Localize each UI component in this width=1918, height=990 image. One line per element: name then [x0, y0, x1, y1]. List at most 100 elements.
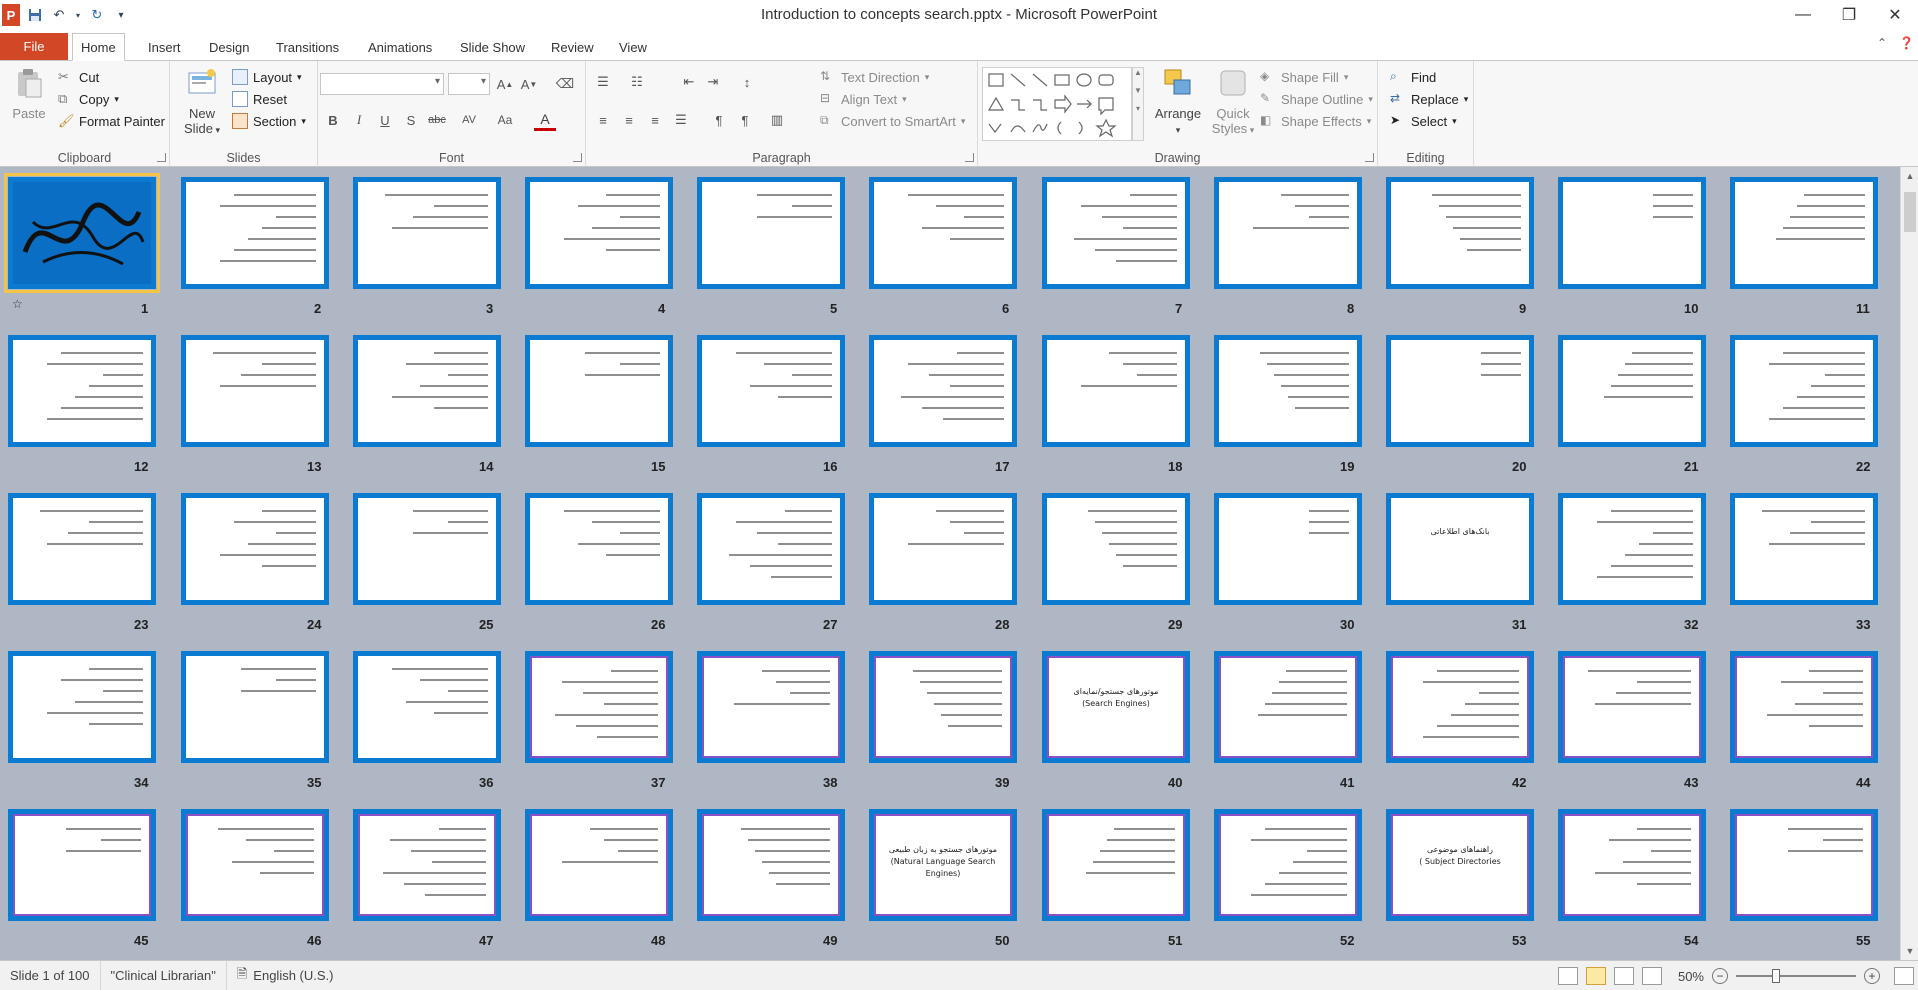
justify-icon[interactable]: ☰: [670, 109, 692, 131]
rtl-icon[interactable]: ¶: [734, 109, 756, 131]
zoom-out-icon[interactable]: −: [1712, 968, 1728, 984]
slide-thumbnail[interactable]: [525, 335, 673, 447]
slide-thumbnail[interactable]: [1730, 493, 1878, 605]
scroll-thumb[interactable]: [1904, 192, 1916, 232]
slide-thumbnail[interactable]: [869, 335, 1017, 447]
decrease-indent-icon[interactable]: ⇤: [678, 71, 700, 93]
undo-icon[interactable]: ↶: [50, 6, 68, 24]
slide-thumbnail[interactable]: [181, 493, 329, 605]
reset-button[interactable]: Reset: [232, 91, 287, 107]
slide-thumbnail[interactable]: [353, 177, 501, 289]
align-left-icon[interactable]: ≡: [592, 109, 614, 131]
shadow-button[interactable]: S: [400, 109, 422, 131]
tab-design[interactable]: Design: [201, 35, 257, 60]
slide-thumbnail[interactable]: [1214, 809, 1362, 921]
slide-thumbnail[interactable]: [869, 651, 1017, 763]
shapes-gallery[interactable]: [982, 67, 1132, 141]
slide-thumbnail[interactable]: [8, 335, 156, 447]
italic-button[interactable]: I: [348, 109, 370, 131]
slide-thumbnail[interactable]: موتورهای جستجو/نمایه‌ای (Search Engines): [1042, 651, 1190, 763]
replace-button[interactable]: ⇄ Replace ▾: [1390, 91, 1468, 107]
transition-star-icon[interactable]: ☆: [12, 297, 23, 311]
slide-thumbnail[interactable]: [353, 335, 501, 447]
zoom-slider[interactable]: [1736, 969, 1856, 983]
reading-view-button[interactable]: [1613, 967, 1634, 985]
bold-button[interactable]: B: [322, 109, 344, 131]
language[interactable]: 🗎 English (U.S.): [227, 961, 344, 990]
slide-thumbnail[interactable]: راهنماهای موضوعی ( Subject Directories: [1386, 809, 1534, 921]
ltr-icon[interactable]: ¶: [708, 109, 730, 131]
normal-view-button[interactable]: [1557, 967, 1578, 985]
slide-thumbnail[interactable]: [181, 177, 329, 289]
convert-smartart-button[interactable]: ⧉ Convert to SmartArt ▾: [820, 113, 965, 129]
slide-thumbnail[interactable]: [697, 493, 845, 605]
slide-thumbnail[interactable]: [1214, 335, 1362, 447]
align-right-icon[interactable]: ≡: [644, 109, 666, 131]
slide-thumbnail[interactable]: [1558, 651, 1706, 763]
slide-thumbnail[interactable]: [1042, 177, 1190, 289]
slide-thumbnail[interactable]: [869, 177, 1017, 289]
scroll-down-icon[interactable]: ▼: [1901, 942, 1918, 960]
strikethrough-button[interactable]: abc: [426, 109, 448, 131]
new-slide-button[interactable]: New Slide ▾: [182, 67, 222, 138]
tab-transitions[interactable]: Transitions: [268, 35, 347, 60]
shapes-scroll[interactable]: ▲ ▼ ▾: [1132, 67, 1144, 141]
help-icon[interactable]: ❓: [1899, 36, 1914, 50]
line-spacing-icon[interactable]: ↕: [736, 71, 758, 93]
slide-thumbnail[interactable]: [525, 651, 673, 763]
slide-thumbnail[interactable]: [697, 335, 845, 447]
slide-thumbnail[interactable]: [1042, 335, 1190, 447]
arrange-button[interactable]: Arrange ▾: [1152, 67, 1204, 138]
zoom-level[interactable]: 50%: [1678, 969, 1704, 984]
paragraph-launcher-icon[interactable]: [965, 153, 974, 162]
quick-styles-button[interactable]: Quick Styles ▾: [1208, 67, 1258, 138]
slide-thumbnail[interactable]: [1730, 809, 1878, 921]
slide-thumbnail[interactable]: [1386, 177, 1534, 289]
slide-thumbnail[interactable]: [525, 493, 673, 605]
numbering-icon[interactable]: ☷: [626, 71, 648, 93]
layout-button[interactable]: Layout ▾: [232, 69, 302, 85]
slide-thumbnail[interactable]: [1558, 809, 1706, 921]
tab-slide-show[interactable]: Slide Show: [452, 35, 533, 60]
slide-thumbnail[interactable]: [1214, 493, 1362, 605]
font-launcher-icon[interactable]: [573, 153, 582, 162]
slide-thumbnail[interactable]: [8, 493, 156, 605]
tab-view[interactable]: View: [611, 35, 655, 60]
tab-insert[interactable]: Insert: [140, 35, 189, 60]
slide-thumbnail[interactable]: [1558, 177, 1706, 289]
slide-thumbnail[interactable]: [697, 809, 845, 921]
text-direction-button[interactable]: ⇅ Text Direction ▾: [820, 69, 929, 85]
shape-effects-button[interactable]: ◧ Shape Effects ▾: [1260, 113, 1371, 129]
theme-name[interactable]: "Clinical Librarian": [101, 961, 227, 990]
slide-thumbnail[interactable]: [1730, 335, 1878, 447]
paste-button[interactable]: Paste: [8, 67, 50, 121]
customize-qat-icon[interactable]: ▾: [112, 6, 130, 24]
cut-button[interactable]: ✂ Cut: [58, 69, 99, 85]
tab-file[interactable]: File: [0, 33, 68, 60]
zoom-knob[interactable]: [1772, 969, 1780, 983]
slide-thumbnail[interactable]: موتورهای جستجو به زبان طبیعی (Natural Lan…: [869, 809, 1017, 921]
slide-thumbnail[interactable]: [1214, 177, 1362, 289]
shrink-font-icon[interactable]: A ▼: [518, 73, 540, 95]
slide-thumbnail[interactable]: [353, 651, 501, 763]
zoom-in-icon[interactable]: +: [1864, 968, 1880, 984]
slide-thumbnail[interactable]: [1730, 651, 1878, 763]
slide-thumbnail[interactable]: [8, 809, 156, 921]
slide-thumbnail[interactable]: [1558, 335, 1706, 447]
restore-icon[interactable]: ❐: [1826, 0, 1872, 30]
slide-thumbnail[interactable]: [525, 809, 673, 921]
slide-thumbnail[interactable]: [697, 651, 845, 763]
align-text-button[interactable]: ⊟ Align Text ▾: [820, 91, 907, 107]
columns-icon[interactable]: ▥: [766, 109, 788, 131]
slide-thumbnail[interactable]: [1386, 335, 1534, 447]
clipboard-launcher-icon[interactable]: [157, 153, 166, 162]
underline-button[interactable]: U: [374, 109, 396, 131]
minimize-icon[interactable]: —: [1780, 0, 1826, 30]
slide-thumbnail[interactable]: [4, 173, 160, 293]
character-spacing-button[interactable]: AV: [458, 109, 480, 131]
slide-thumbnail[interactable]: [1042, 493, 1190, 605]
bullets-icon[interactable]: ☰: [592, 71, 614, 93]
shape-outline-button[interactable]: ✎ Shape Outline ▾: [1260, 91, 1373, 107]
align-center-icon[interactable]: ≡: [618, 109, 640, 131]
slide-sorter-view-button[interactable]: [1585, 967, 1606, 985]
